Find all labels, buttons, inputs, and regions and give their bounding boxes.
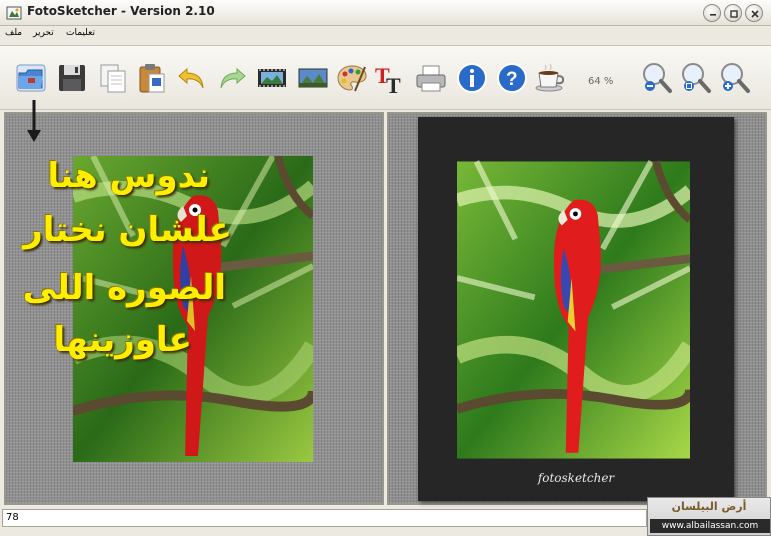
watermark-arabic: أرض البيلسان [671, 500, 747, 513]
printer-icon [416, 65, 446, 92]
coffee-icon [535, 63, 565, 92]
menu-help[interactable]: تعليمات [66, 28, 95, 38]
drawing-parameters-button[interactable] [335, 61, 369, 95]
svg-text:?: ? [506, 69, 518, 90]
menu-edit[interactable]: تحرير [33, 28, 54, 38]
original-image-pane[interactable]: ندوس هنا علشان نختار الصوره اللى عاوزينه… [4, 100, 384, 505]
info-icon [457, 63, 487, 93]
status-text: 78 [6, 512, 19, 523]
open-button[interactable] [14, 61, 48, 95]
batch-button[interactable] [255, 61, 289, 95]
redo-icon [220, 67, 246, 89]
text-button[interactable]: T T [373, 61, 407, 95]
title-bar: FotoSketcher - Version 2.10 [0, 0, 771, 26]
close-icon [751, 10, 759, 18]
film-icon [258, 69, 286, 87]
undo-icon [178, 67, 204, 89]
print-button[interactable] [414, 61, 448, 95]
text-icon: T T [375, 63, 401, 95]
zoom-fit-button[interactable] [679, 61, 713, 95]
signature-text: fotosketcher [537, 471, 615, 485]
result-image-pane[interactable]: fotosketcher [387, 112, 767, 505]
save-button[interactable] [55, 61, 89, 95]
instruction-line-2: علشان نختار [23, 210, 232, 250]
watermark-url: www.albailassan.com [650, 519, 770, 533]
maximize-icon [730, 10, 738, 18]
copy-icon [100, 64, 126, 93]
app-logo-icon [6, 6, 22, 20]
parrot-sketch [457, 160, 690, 459]
donate-button[interactable] [533, 61, 567, 95]
zoom-fit-icon [682, 63, 711, 93]
instruction-line-4: عاوزينها [53, 320, 192, 360]
paste-button[interactable] [135, 61, 169, 95]
maximize-button[interactable] [724, 4, 742, 22]
paste-icon [139, 64, 165, 93]
undo-button[interactable] [175, 61, 209, 95]
status-bar: 78 [2, 509, 647, 527]
instruction-line-1: ندوس هنا [47, 156, 210, 196]
help-icon: ? [497, 63, 527, 93]
palette-icon [337, 65, 367, 92]
menu-file[interactable]: ملف [5, 28, 22, 38]
pointer-arrow-icon [27, 100, 41, 142]
window-title: FotoSketcher - Version 2.10 [27, 4, 215, 18]
menu-bar: ملف تحرير تعليمات [0, 26, 771, 44]
open-folder-icon [16, 64, 46, 92]
zoom-level: 64 % [588, 76, 614, 87]
svg-text:T: T [386, 73, 401, 95]
minimize-button[interactable] [703, 4, 721, 22]
copy-button[interactable] [96, 61, 130, 95]
minimize-icon [710, 14, 716, 16]
instruction-line-3: الصوره اللى [22, 268, 226, 308]
zoom-in-button[interactable] [718, 61, 752, 95]
zoom-out-icon [643, 63, 672, 93]
info-button[interactable] [455, 61, 489, 95]
image-button[interactable] [296, 61, 330, 95]
result-frame: fotosketcher [418, 117, 734, 501]
site-watermark: أرض البيلسان www.albailassan.com [647, 497, 771, 536]
parrot-photo [73, 156, 313, 462]
help-button[interactable]: ? [495, 61, 529, 95]
app-window: FotoSketcher - Version 2.10 ملف تحرير تع… [0, 0, 771, 536]
landscape-icon [298, 68, 328, 88]
save-icon [59, 65, 85, 91]
zoom-in-icon [721, 63, 750, 93]
redo-button[interactable] [215, 61, 249, 95]
zoom-out-button[interactable] [640, 61, 674, 95]
close-button[interactable] [745, 4, 763, 22]
toolbar: T T ? 64 % [0, 45, 771, 110]
